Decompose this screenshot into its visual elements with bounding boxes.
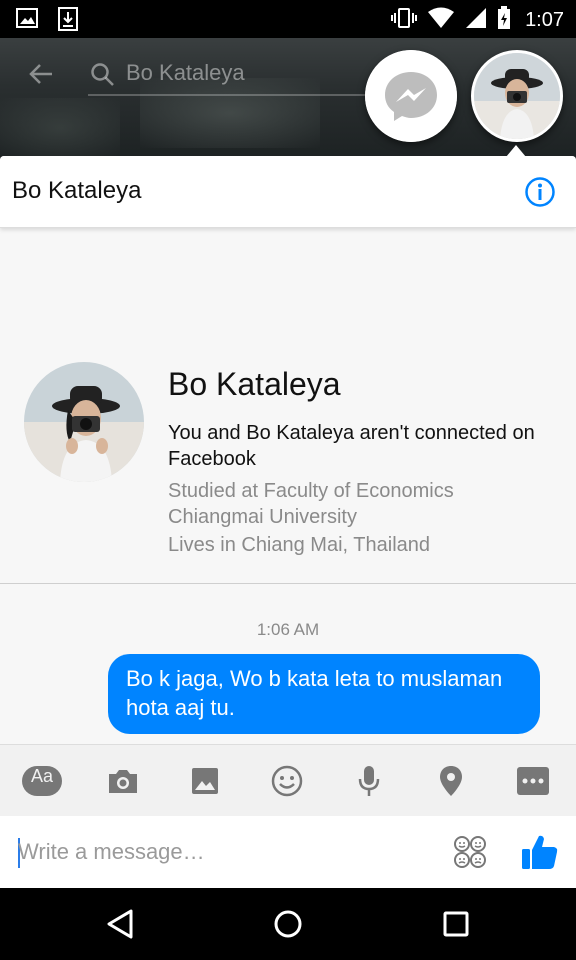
like-button[interactable] xyxy=(520,832,560,872)
more-icon xyxy=(517,767,549,795)
messenger-icon xyxy=(365,50,457,142)
text-button[interactable]: Aa xyxy=(22,761,62,801)
camera-icon xyxy=(109,770,137,793)
nav-home-button[interactable] xyxy=(268,904,308,944)
vibrate-icon xyxy=(391,7,418,33)
gallery-icon xyxy=(192,768,218,794)
location-icon xyxy=(440,766,462,796)
profile-photo-icon xyxy=(24,362,144,482)
camera-button[interactable] xyxy=(103,761,143,801)
profile-photo-icon xyxy=(474,53,560,139)
education-text: Studied at Faculty of Economics Chiangma… xyxy=(168,480,454,528)
profile-section: Bo Kataleya You and Bo Kataleya aren't c… xyxy=(0,228,576,584)
microphone-icon xyxy=(358,766,380,796)
download-notification-icon xyxy=(58,7,78,35)
location-text: Lives in Chiang Mai, Thailand xyxy=(168,534,431,556)
more-button[interactable] xyxy=(513,761,553,801)
message-input[interactable] xyxy=(18,834,398,870)
battery-icon xyxy=(497,6,511,34)
message-input-row xyxy=(0,816,576,888)
nav-home-icon xyxy=(274,910,302,938)
sticker-button[interactable] xyxy=(452,834,488,870)
profile-name: Bo Kataleya xyxy=(168,366,341,402)
composer-toolbar: Aa xyxy=(0,744,576,816)
sent-message-bubble[interactable]: Bo k jaga, Wo b kata leta to muslaman ho… xyxy=(108,654,540,734)
message-timestamp: 1:06 AM xyxy=(256,620,320,639)
connection-status-text: You and Bo Kataleya aren't connected on … xyxy=(168,422,535,470)
status-bar: 1:07 xyxy=(0,0,576,38)
navigation-bar xyxy=(0,888,576,960)
emoji-button[interactable] xyxy=(267,761,307,801)
profile-chathead[interactable] xyxy=(471,50,563,142)
microphone-button[interactable] xyxy=(349,761,389,801)
conversation-title: Bo Kataleya xyxy=(12,177,142,204)
gallery-button[interactable] xyxy=(185,761,225,801)
back-arrow-icon[interactable] xyxy=(28,60,56,92)
wifi-icon xyxy=(427,7,455,33)
info-icon[interactable] xyxy=(524,176,556,212)
conversation-card: Bo Kataleya Bo Kataleya You and Bo Katal… xyxy=(0,156,576,888)
status-time: 1:07 xyxy=(525,8,564,31)
image-notification-icon xyxy=(16,7,38,35)
location-button[interactable] xyxy=(431,761,471,801)
emoji-icon xyxy=(271,765,303,797)
nav-recents-button[interactable] xyxy=(436,904,476,944)
messenger-chathead[interactable] xyxy=(365,50,457,142)
cell-signal-icon xyxy=(465,7,487,33)
search-icon xyxy=(90,62,116,92)
nav-back-icon xyxy=(107,909,133,939)
conversation-header: Bo Kataleya xyxy=(0,156,576,228)
profile-avatar[interactable] xyxy=(24,362,144,482)
search-field[interactable]: Bo Kataleya xyxy=(88,56,368,96)
text-button-label: Aa xyxy=(30,766,54,786)
nav-recents-icon xyxy=(443,911,469,937)
sticker-icon xyxy=(454,836,486,868)
thumbs-up-icon xyxy=(522,835,558,869)
nav-back-button[interactable] xyxy=(100,904,140,944)
search-text: Bo Kataleya xyxy=(126,60,245,85)
